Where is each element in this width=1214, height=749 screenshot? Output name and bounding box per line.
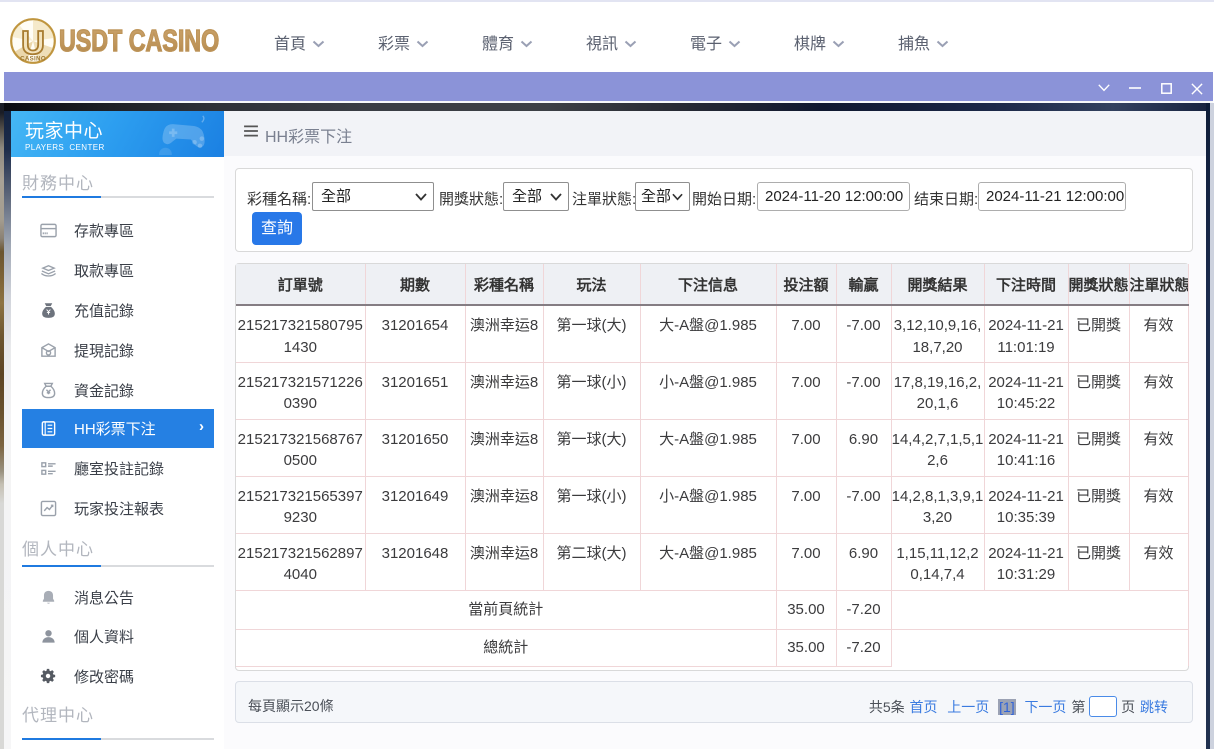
svg-text:CASINO: CASINO xyxy=(20,56,46,63)
